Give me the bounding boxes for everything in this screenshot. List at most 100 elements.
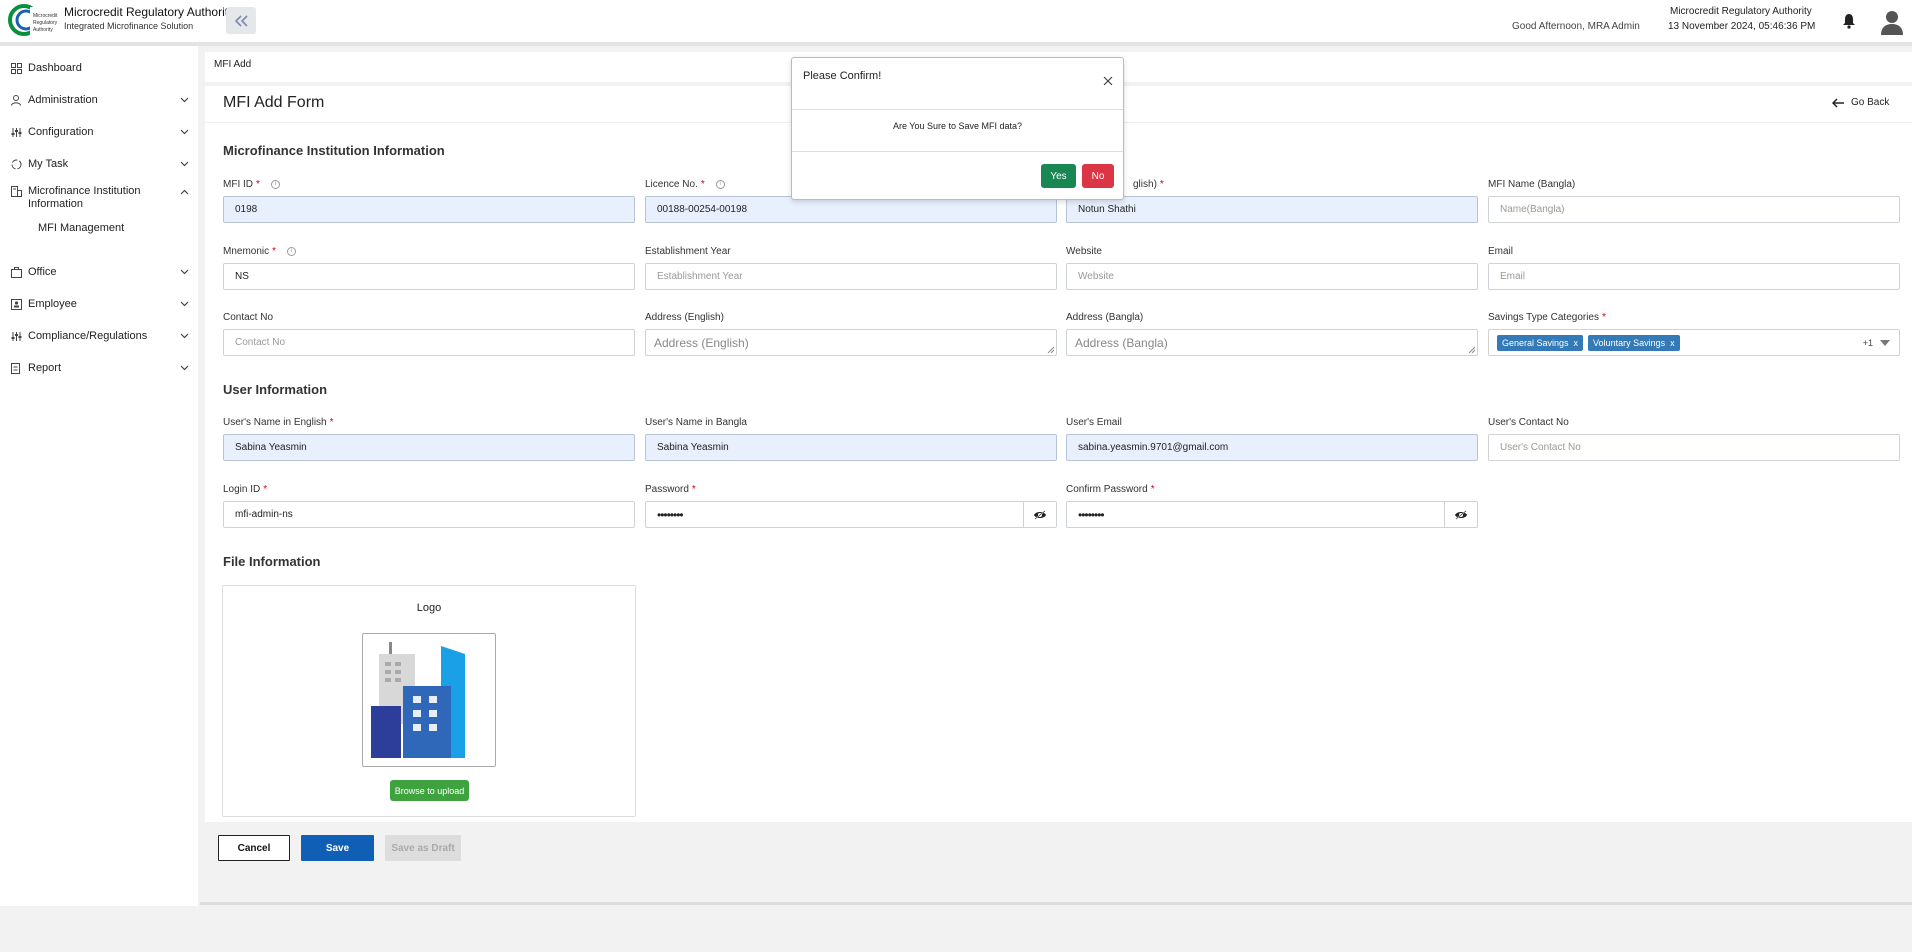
sidebar-item-employee[interactable]: Employee	[0, 292, 198, 318]
browse-upload-button[interactable]: Browse to upload	[390, 780, 469, 801]
savings-tag: Voluntary Savings x	[1588, 334, 1680, 351]
establishment-year-input[interactable]: Establishment Year	[645, 263, 1057, 290]
info-icon[interactable]: i	[287, 246, 297, 256]
establishment-year-label: Establishment Year	[645, 245, 731, 257]
user-email-label: User's Email	[1066, 416, 1122, 428]
user-avatar-icon[interactable]	[1880, 9, 1904, 35]
confirm-no-button[interactable]: No	[1082, 164, 1114, 188]
office-icon	[11, 267, 22, 278]
chevron-up-icon	[180, 189, 189, 195]
sidebar-item-configuration[interactable]: Configuration	[0, 120, 198, 146]
contact-no-input[interactable]: Contact No	[223, 329, 635, 356]
user-contact-field: User's Contact No User's Contact No	[1488, 415, 1900, 461]
mnemonic-input[interactable]: NS	[223, 263, 635, 290]
confirm-password-input[interactable]: ••••••••	[1066, 501, 1444, 528]
sidebar-item-label: Dashboard	[28, 62, 82, 74]
chevron-down-icon	[180, 333, 189, 339]
save-button[interactable]: Save	[301, 835, 374, 861]
sidebar-item-label: My Task	[28, 158, 69, 170]
employee-icon	[11, 299, 22, 310]
mfi-id-input[interactable]: 0198	[223, 196, 635, 223]
savings-type-multiselect[interactable]: General Savings x Voluntary Savings x +1	[1488, 329, 1900, 356]
required-marker: *	[263, 483, 268, 495]
mfi-id-label: MFI ID	[223, 178, 253, 190]
sidebar: Dashboard Administration Configuration M…	[0, 46, 198, 906]
header-divider	[0, 42, 1912, 46]
caret-down-icon[interactable]	[1880, 340, 1890, 346]
admin-user-icon	[11, 95, 21, 106]
user-name-bangla-input[interactable]: Sabina Yeasmin	[645, 434, 1057, 461]
tag-remove-icon[interactable]: x	[1670, 338, 1675, 348]
header-org-name: Microcredit Regulatory Authority	[1670, 6, 1812, 17]
password-label: Password	[645, 483, 689, 495]
resize-grip-icon[interactable]	[1468, 346, 1475, 353]
user-email-field: User's Email sabina.yeasmin.9701@gmail.c…	[1066, 415, 1478, 461]
confirm-dialog-message: Are You Sure to Save MFI data?	[892, 121, 1023, 131]
sidebar-item-microfinance-institution[interactable]: Microfinance Institution Information	[0, 181, 198, 217]
sidebar-item-label: Employee	[28, 298, 77, 310]
sidebar-collapse-button[interactable]	[226, 7, 256, 34]
brand-subtitle: Integrated Microfinance Solution	[64, 21, 194, 31]
user-email-input[interactable]: sabina.yeasmin.9701@gmail.com	[1066, 434, 1478, 461]
sidebar-item-label: Office	[28, 266, 57, 278]
user-name-english-input[interactable]: Sabina Yeasmin	[223, 434, 635, 461]
eye-slash-icon	[1034, 509, 1046, 520]
login-id-input[interactable]: mfi-admin-ns	[223, 501, 635, 528]
address-bangla-placeholder: Address (Bangla)	[1075, 335, 1168, 350]
required-marker: *	[329, 416, 334, 428]
cancel-button[interactable]: Cancel	[218, 835, 290, 861]
password-input[interactable]: ••••••••	[645, 501, 1023, 528]
licence-no-input[interactable]: 00188-00254-00198	[645, 196, 1057, 223]
contact-no-label: Contact No	[223, 311, 274, 323]
user-contact-label: User's Contact No	[1488, 416, 1569, 428]
address-bangla-textarea[interactable]: Address (Bangla)	[1066, 329, 1478, 356]
confirm-yes-button[interactable]: Yes	[1041, 164, 1076, 188]
sidebar-item-office[interactable]: Office	[0, 260, 198, 286]
tag-remove-icon[interactable]: x	[1574, 338, 1579, 348]
mfi-id-field: MFI ID * i 0198	[223, 177, 635, 223]
sidebar-item-my-task[interactable]: My Task	[0, 152, 198, 178]
bell-icon[interactable]	[1842, 13, 1856, 29]
email-field: Email Email	[1488, 244, 1900, 290]
save-as-draft-button[interactable]: Save as Draft	[385, 835, 461, 861]
sidebar-item-report[interactable]: Report	[0, 356, 198, 382]
user-name-bangla-field: User's Name in Bangla Sabina Yeasmin	[645, 415, 1057, 461]
sidebar-subitem-mfi-management[interactable]: MFI Management	[38, 222, 124, 234]
mfi-name-english-label: glish)	[1133, 178, 1157, 190]
eye-slash-icon	[1455, 509, 1467, 520]
go-back-button[interactable]: Go Back	[1832, 97, 1889, 108]
sidebar-item-administration[interactable]: Administration	[0, 88, 198, 114]
mfi-name-bangla-input[interactable]: Name(Bangla)	[1488, 196, 1900, 223]
info-icon[interactable]: i	[715, 179, 725, 189]
dialog-divider	[792, 151, 1123, 152]
address-english-textarea[interactable]: Address (English)	[645, 329, 1057, 356]
required-marker: *	[691, 483, 696, 495]
svg-text:Authority: Authority	[33, 27, 53, 33]
website-input[interactable]: Website	[1066, 263, 1478, 290]
savings-type-label: Savings Type Categories	[1488, 311, 1599, 323]
sidebar-item-dashboard[interactable]: Dashboard	[0, 56, 198, 82]
savings-tag: General Savings x	[1497, 334, 1584, 351]
required-marker: *	[1150, 483, 1155, 495]
greeting-text: Good Afternoon, MRA Admin	[1512, 21, 1640, 32]
address-bangla-field: Address (Bangla) Address (Bangla)	[1066, 310, 1478, 356]
confirm-password-label: Confirm Password	[1066, 483, 1148, 495]
required-marker: *	[272, 245, 277, 257]
toggle-confirm-password-visibility-button[interactable]	[1444, 501, 1478, 528]
confirm-dialog: Please Confirm! Are You Sure to Save MFI…	[791, 57, 1124, 200]
sidebar-item-compliance[interactable]: Compliance/Regulations	[0, 324, 198, 350]
login-id-label: Login ID	[223, 483, 261, 495]
required-marker: *	[256, 178, 260, 190]
confirm-dialog-title: Please Confirm!	[803, 70, 882, 82]
resize-grip-icon[interactable]	[1047, 346, 1054, 353]
info-icon[interactable]: i	[270, 179, 280, 189]
toggle-password-visibility-button[interactable]	[1023, 501, 1057, 528]
task-icon	[11, 159, 22, 170]
svg-text:Regulatory: Regulatory	[33, 20, 58, 26]
email-input[interactable]: Email	[1488, 263, 1900, 290]
close-icon[interactable]	[1103, 76, 1113, 86]
user-contact-input[interactable]: User's Contact No	[1488, 434, 1900, 461]
mfi-name-english-field: glish) * Notun Shathi	[1066, 177, 1478, 223]
mfi-name-english-input[interactable]: Notun Shathi	[1066, 196, 1478, 223]
page-title: MFI Add Form	[223, 94, 325, 111]
